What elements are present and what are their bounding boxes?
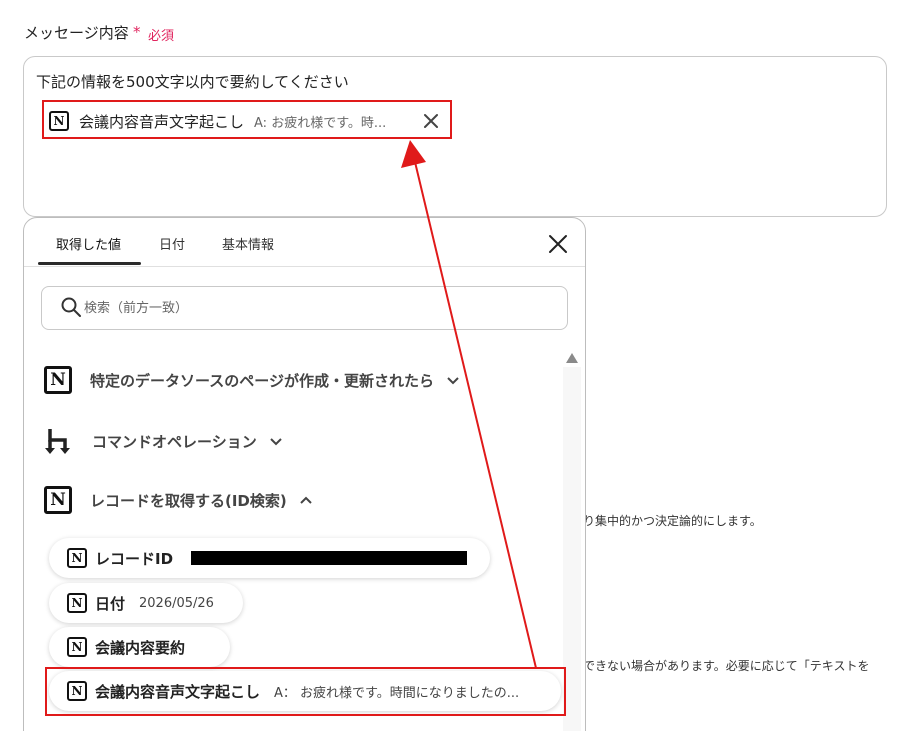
- annotation-arrow: [401, 140, 537, 669]
